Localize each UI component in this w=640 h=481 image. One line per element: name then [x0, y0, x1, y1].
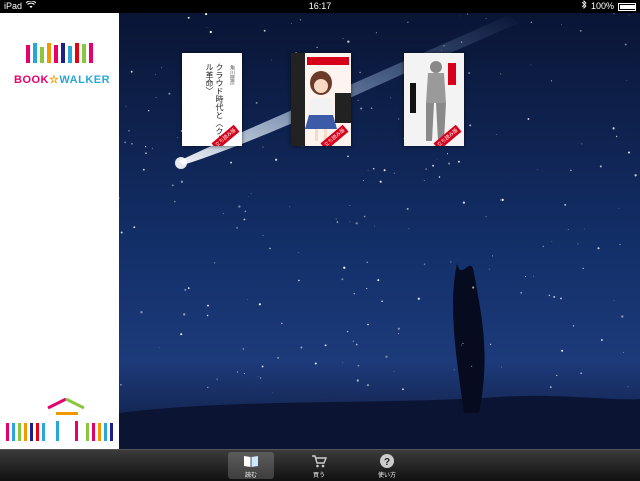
- logo-bars: [26, 43, 93, 63]
- bookshelf-area: クラウド時代と〈クール革命〉 角川歴彦 立ち読み版 立ち読み版 立ち読み版: [119, 13, 640, 449]
- book-author: 角川歴彦: [229, 65, 235, 85]
- battery-percent: 100%: [590, 1, 614, 11]
- logo-bar: [26, 45, 30, 63]
- book-icon: [244, 456, 258, 467]
- book-title: クラウド時代と〈クール革命〉: [205, 63, 224, 143]
- logo-bar: [82, 44, 86, 63]
- bluetooth-icon: [581, 0, 587, 13]
- logo-bar: [75, 43, 79, 63]
- svg-text:?: ?: [384, 457, 390, 468]
- sidebar: BOOK☆WALKER: [0, 13, 119, 449]
- battery-icon: [618, 0, 636, 13]
- logo-bar: [40, 47, 44, 63]
- logo-bar: [33, 43, 37, 63]
- bookshelf-house-icon: [6, 398, 113, 441]
- cart-icon: [312, 455, 327, 468]
- tab-howto[interactable]: ? 使い方: [364, 452, 410, 479]
- book-cover[interactable]: クラウド時代と〈クール革命〉 角川歴彦 立ち読み版: [182, 53, 242, 146]
- status-bar: iPad 16:17 100%: [0, 0, 640, 13]
- tab-read[interactable]: 読む: [228, 452, 274, 479]
- bookwalker-logo: BOOK☆WALKER: [14, 74, 111, 86]
- logo-bar: [47, 43, 51, 63]
- book-cover[interactable]: 立ち読み版: [404, 53, 464, 146]
- tab-bar: 読む 買う ? 使い方: [0, 449, 640, 481]
- logo-bar: [68, 46, 72, 63]
- clock: 16:17: [308, 1, 332, 11]
- logo-bar: [89, 43, 93, 63]
- logo-bar: [61, 43, 65, 63]
- book-cover[interactable]: 立ち読み版: [291, 53, 351, 146]
- tab-buy[interactable]: 買う: [296, 452, 342, 479]
- question-icon: ?: [380, 454, 394, 468]
- logo-bar: [54, 45, 58, 63]
